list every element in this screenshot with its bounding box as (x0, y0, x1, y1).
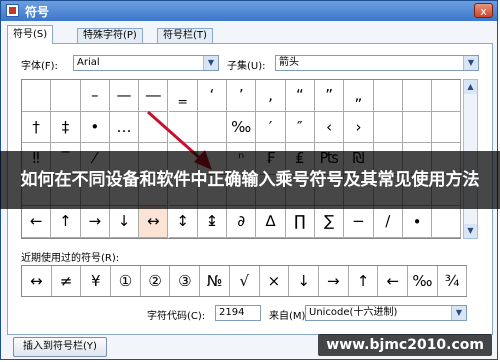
symbol-cell[interactable]: – (80, 80, 110, 112)
subset-select[interactable]: 箭头 ▼ (275, 55, 479, 71)
symbol-cell[interactable]: ↑ (51, 206, 81, 238)
chevron-down-icon[interactable]: ▼ (463, 56, 478, 70)
scroll-down-icon[interactable]: ▼ (464, 224, 477, 238)
symbol-cell[interactable]: ″ (285, 111, 315, 144)
symbol-cell[interactable] (51, 80, 81, 112)
insert-to-symbol-bar-button[interactable]: 插入到符号栏(Y) (13, 337, 107, 357)
symbol-cell[interactable]: ‡ (51, 111, 81, 144)
tab-special-characters[interactable]: 特殊字符(P) (77, 28, 143, 43)
font-label: 字体(F): (21, 61, 58, 72)
symbol-cell[interactable] (402, 80, 433, 112)
recent-symbol-cell[interactable]: ≠ (52, 266, 82, 296)
symbol-cell[interactable]: ∂ (227, 206, 257, 238)
recent-symbol-cell[interactable]: № (200, 266, 230, 296)
recent-symbol-cell[interactable]: ↔ (22, 266, 52, 296)
symbol-cell[interactable] (139, 111, 169, 144)
char-code-field[interactable]: 2194 (215, 305, 261, 321)
symbol-cell[interactable]: ∑ (315, 206, 345, 238)
tab-symbols[interactable]: 符号(S) (7, 25, 54, 44)
title-bar[interactable]: 符号 x (1, 1, 497, 21)
symbol-cell[interactable] (373, 80, 403, 112)
recent-symbol-cell[interactable]: ← (378, 266, 409, 296)
symbol-cell[interactable]: ∕ (373, 206, 403, 238)
symbol-cell[interactable] (432, 206, 462, 238)
subset-label: 子集(U): (227, 61, 266, 72)
recent-symbol-cell[interactable]: ¥ (81, 266, 112, 296)
symbol-cell[interactable]: › (344, 111, 374, 144)
from-select-value: Unicode(十六进制) (309, 307, 398, 318)
symbol-cell[interactable] (168, 111, 198, 144)
font-select[interactable]: Arial ▼ (73, 55, 219, 71)
symbol-cell[interactable]: ↕ (168, 206, 198, 238)
recent-symbol-cell[interactable]: ↑ (349, 266, 379, 296)
symbol-cell[interactable]: † (22, 111, 52, 144)
symbol-cell[interactable] (197, 111, 228, 144)
symbol-cell[interactable]: ↔ (139, 206, 169, 238)
chevron-down-icon[interactable]: ▼ (451, 306, 466, 320)
recent-symbol-cell[interactable]: → (319, 266, 349, 296)
symbol-cell[interactable]: ↓ (109, 206, 140, 238)
recent-symbol-cell[interactable]: ② (141, 266, 171, 296)
subset-select-value: 箭头 (279, 57, 299, 68)
tab-symbol-bar[interactable]: 符号栏(T) (157, 28, 213, 43)
symbol-cell[interactable]: ‰ (227, 111, 257, 144)
symbol-cell[interactable]: ” (315, 80, 345, 112)
symbol-cell[interactable]: → (80, 206, 110, 238)
recent-symbol-cell[interactable]: ¾ (438, 266, 468, 296)
symbol-cell[interactable]: ― (139, 80, 169, 112)
symbol-cell[interactable]: „ (344, 80, 374, 112)
from-label: 来自(M) (269, 311, 306, 322)
font-select-value: Arial (77, 57, 100, 68)
recent-symbol-cell[interactable]: ‰ (408, 266, 438, 296)
symbol-cell[interactable] (432, 111, 462, 144)
symbol-cell[interactable]: − (344, 206, 374, 238)
recent-symbols-row[interactable]: ↔ ≠ ¥ ① ② ③ № √ × ↓ → ↑ ← ‰ ¾ (21, 265, 468, 297)
symbol-cell[interactable]: ‹ (315, 111, 345, 144)
char-code-label: 字符代码(C): (147, 311, 206, 322)
symbol-cell[interactable]: ’ (227, 80, 257, 112)
symbol-cell[interactable] (402, 111, 433, 144)
recent-symbol-cell[interactable]: × (260, 266, 290, 296)
recent-symbol-cell[interactable]: ① (111, 266, 141, 296)
close-button[interactable]: x (474, 3, 493, 18)
symbol-cell[interactable]: … (109, 111, 140, 144)
symbol-cell[interactable]: ∆ (256, 206, 286, 238)
watermark: www.bjmc2010.com (318, 334, 492, 356)
symbol-cell[interactable]: ‗ (168, 80, 198, 112)
recent-symbol-cell[interactable]: √ (230, 266, 260, 296)
symbol-cell[interactable]: ← (22, 206, 52, 238)
recent-symbols-label: 近期使用过的符号(R): (21, 253, 120, 264)
window-title: 符号 (25, 5, 50, 19)
symbol-cell[interactable]: ‘ (197, 80, 228, 112)
symbol-cell[interactable]: ∙ (402, 206, 433, 238)
symbol-cell[interactable]: ‚ (256, 80, 286, 112)
recent-symbol-cell[interactable]: ↓ (289, 266, 319, 296)
symbol-cell[interactable]: ∏ (285, 206, 315, 238)
scroll-up-icon[interactable]: ▲ (464, 80, 477, 94)
symbol-cell[interactable] (432, 80, 462, 112)
symbol-cell[interactable]: — (109, 80, 140, 112)
recent-symbol-cell[interactable]: ③ (171, 266, 201, 296)
symbol-cell[interactable] (22, 80, 52, 112)
symbol-cell[interactable]: ′ (256, 111, 286, 144)
app-icon (6, 4, 19, 17)
from-select[interactable]: Unicode(十六进制) ▼ (305, 305, 467, 321)
symbol-cell[interactable]: ↨ (197, 206, 228, 238)
symbol-cell[interactable]: “ (285, 80, 315, 112)
overlay-caption: 如何在不同设备和软件中正确输入乘号符号及其常见使用方法 (0, 151, 500, 209)
symbol-cell[interactable]: • (80, 111, 110, 144)
chevron-down-icon[interactable]: ▼ (203, 56, 218, 70)
symbol-cell[interactable] (373, 111, 403, 144)
